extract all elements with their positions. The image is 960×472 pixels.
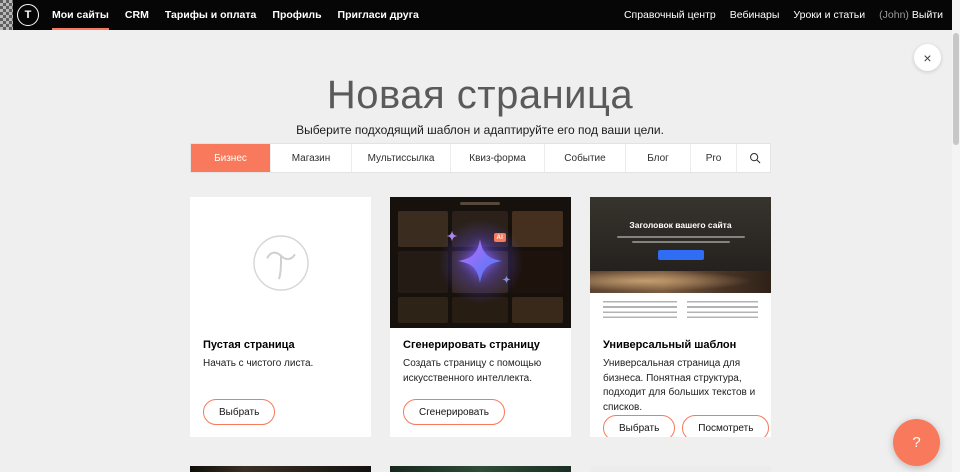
tab-search[interactable] <box>736 144 772 172</box>
tab-blog[interactable]: Блог <box>625 144 690 172</box>
blank-preview <box>190 197 371 328</box>
username: (John) <box>879 9 909 21</box>
card-title: Универсальный шаблон <box>603 339 758 351</box>
card-title: Сгенерировать страницу <box>403 339 558 351</box>
view-universal-button[interactable]: Посмотреть <box>682 415 769 437</box>
preview-hero: Заголовок вашего сайта <box>590 197 771 293</box>
nav-webinars[interactable]: Вебинары <box>730 0 780 30</box>
card-description: Создать страницу с помощью искусственног… <box>403 357 558 386</box>
card-actions: Сгенерировать <box>403 399 558 425</box>
preview-text-section <box>590 293 771 328</box>
page-title: Новая страница <box>0 73 960 118</box>
choose-universal-button[interactable]: Выбрать <box>603 415 675 437</box>
nav-logout[interactable]: (John) Выйти <box>879 0 943 30</box>
universal-preview: Заголовок вашего сайта <box>590 197 771 328</box>
nav-profile[interactable]: Профиль <box>272 0 321 30</box>
template-card-partial[interactable] <box>390 466 571 472</box>
nav-invite-friend[interactable]: Пригласи друга <box>338 0 419 30</box>
preview-text-column <box>687 301 758 321</box>
template-category-tabs: Бизнес Магазин Мультиссылка Квиз-форма С… <box>190 143 771 173</box>
help-button[interactable]: ? <box>893 419 940 466</box>
card-body: Сгенерировать страницу Создать страницу … <box>390 328 571 437</box>
topbar: T Мои сайты CRM Тарифы и оплата Профиль … <box>0 0 960 30</box>
template-grid: Пустая страница Начать с чистого листа. … <box>190 197 771 437</box>
close-button[interactable]: × <box>914 44 941 71</box>
ai-sparkle-icon <box>456 237 504 285</box>
card-body: Универсальный шаблон Универсальная стран… <box>590 328 771 437</box>
nav-help-center[interactable]: Справочный центр <box>624 0 716 30</box>
nav-lessons[interactable]: Уроки и статьи <box>793 0 865 30</box>
preview-site-title: Заголовок вашего сайта <box>590 197 771 230</box>
primary-nav: Мои сайты CRM Тарифы и оплата Профиль Пр… <box>52 0 419 30</box>
template-card-blank[interactable]: Пустая страница Начать с чистого листа. … <box>190 197 371 437</box>
nav-my-sites[interactable]: Мои сайты <box>52 0 109 30</box>
ai-sparkle-small-icon <box>446 230 458 242</box>
secondary-nav: Справочный центр Вебинары Уроки и статьи… <box>624 0 943 30</box>
tab-pro[interactable]: Pro <box>690 144 736 172</box>
tab-event[interactable]: Событие <box>544 144 625 172</box>
close-icon: × <box>923 50 931 66</box>
tab-business[interactable]: Бизнес <box>191 144 270 172</box>
card-actions: Выбрать <box>203 399 358 425</box>
choose-blank-button[interactable]: Выбрать <box>203 399 275 425</box>
generate-button[interactable]: Сгенерировать <box>403 399 505 425</box>
template-card-partial[interactable] <box>590 466 771 472</box>
ai-badge: AI <box>494 233 506 242</box>
preview-photo <box>590 271 771 293</box>
tab-multilink[interactable]: Мультиссылка <box>351 144 450 172</box>
app-window: T Мои сайты CRM Тарифы и оплата Профиль … <box>0 0 960 472</box>
tab-quiz-form[interactable]: Квиз-форма <box>450 144 544 172</box>
tab-shop[interactable]: Магазин <box>270 144 351 172</box>
nav-crm[interactable]: CRM <box>125 0 149 30</box>
scrollbar-thumb[interactable] <box>953 33 959 145</box>
ai-sparkle-small-icon <box>502 275 511 284</box>
scrollbar[interactable] <box>952 0 960 472</box>
corner-texture <box>0 0 13 30</box>
preview-decor <box>460 202 500 205</box>
preview-cta-button <box>658 250 704 260</box>
preview-text-line <box>617 236 745 238</box>
template-card-ai-generate[interactable]: AI Сгенерировать страницу Создать страни… <box>390 197 571 437</box>
logo-letter: T <box>25 9 32 21</box>
template-card-universal[interactable]: Заголовок вашего сайта Универсальный шаб… <box>590 197 771 437</box>
card-title: Пустая страница <box>203 339 358 351</box>
card-description: Универсальная страница для бизнеса. Поня… <box>603 357 758 415</box>
tilda-logo[interactable]: T <box>17 4 39 26</box>
card-actions: Выбрать Посмотреть <box>603 415 758 437</box>
ai-preview: AI <box>390 197 571 328</box>
page-subtitle: Выберите подходящий шаблон и адаптируйте… <box>0 123 960 137</box>
card-description: Начать с чистого листа. <box>203 357 358 372</box>
logout-label: Выйти <box>912 9 943 21</box>
search-icon <box>749 152 761 164</box>
tilda-logo-icon <box>245 227 317 299</box>
preview-text-column <box>603 301 677 321</box>
help-icon: ? <box>912 434 920 451</box>
nav-tariffs[interactable]: Тарифы и оплата <box>165 0 257 30</box>
card-body: Пустая страница Начать с чистого листа. … <box>190 328 371 437</box>
template-card-partial[interactable] <box>190 466 371 472</box>
preview-text-line <box>632 241 730 243</box>
